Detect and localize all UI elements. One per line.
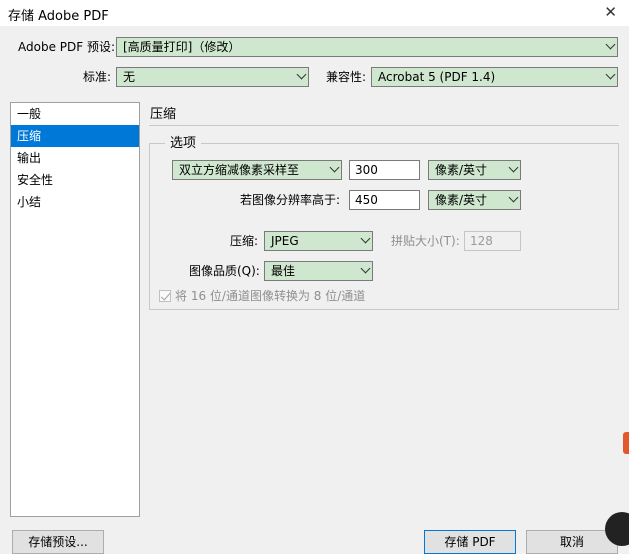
nav-item-summary[interactable]: 小结	[11, 191, 139, 213]
quality-select[interactable]: 最佳	[264, 261, 373, 281]
convert-16bit-checkbox	[159, 290, 171, 302]
chevron-down-icon	[329, 162, 340, 173]
compression-label: 压缩:	[230, 234, 259, 248]
standard-value: 无	[123, 70, 136, 84]
chevron-down-icon	[360, 263, 371, 274]
save-preset-button[interactable]: 存储预设...	[12, 530, 104, 554]
preset-select[interactable]: [高质量打印]（修改）	[116, 37, 618, 57]
chevron-down-icon	[508, 162, 519, 173]
resample-ppi-value: 300	[355, 163, 378, 177]
quality-value: 最佳	[271, 264, 296, 278]
threshold-label: 若图像分辨率高于:	[240, 193, 341, 207]
quality-label: 图像品质(Q):	[189, 264, 260, 278]
resample-method-value: 双立方缩减像素采样至	[179, 163, 300, 177]
tile-size-label: 拼贴大小(T):	[391, 234, 460, 248]
compat-value: Acrobat 5 (PDF 1.4)	[378, 70, 496, 84]
chevron-down-icon	[360, 233, 371, 244]
compression-value: JPEG	[271, 234, 299, 248]
tile-size-input: 128	[464, 231, 521, 251]
threshold-unit-select[interactable]: 像素/英寸	[428, 190, 521, 210]
category-list: 一般 压缩 输出 安全性 小结	[10, 102, 140, 517]
compression-select[interactable]: JPEG	[264, 231, 373, 251]
close-icon[interactable]: ✕	[604, 3, 617, 21]
section-title: 压缩	[150, 107, 177, 122]
chevron-down-icon	[296, 69, 307, 80]
cancel-button[interactable]: 取消	[526, 530, 618, 554]
resample-unit-select[interactable]: 像素/英寸	[428, 160, 521, 180]
standard-label: 标准:	[83, 70, 112, 84]
tile-size-value: 128	[470, 234, 493, 248]
edge-widget	[623, 432, 629, 454]
section-divider	[149, 125, 619, 126]
compat-select[interactable]: Acrobat 5 (PDF 1.4)	[371, 67, 618, 87]
compat-label: 兼容性:	[326, 70, 367, 84]
convert-16bit-label: 将 16 位/通道图像转换为 8 位/通道	[175, 289, 366, 303]
title-bar: 存储 Adobe PDF ✕	[0, 0, 629, 26]
standard-select[interactable]: 无	[116, 67, 309, 87]
nav-item-output[interactable]: 输出	[11, 147, 139, 169]
resample-unit-value: 像素/英寸	[435, 163, 488, 177]
resample-ppi-input[interactable]: 300	[349, 160, 420, 180]
chevron-down-icon	[605, 69, 616, 80]
chevron-down-icon	[508, 192, 519, 203]
chevron-down-icon	[605, 39, 616, 50]
nav-item-security[interactable]: 安全性	[11, 169, 139, 191]
nav-item-general[interactable]: 一般	[11, 103, 139, 125]
window-title: 存储 Adobe PDF	[8, 9, 109, 24]
save-pdf-button[interactable]: 存储 PDF	[424, 530, 516, 554]
preset-label: Adobe PDF 预设:	[18, 40, 116, 54]
threshold-ppi-value: 450	[355, 193, 378, 207]
threshold-unit-value: 像素/英寸	[435, 193, 488, 207]
nav-item-compression[interactable]: 压缩	[11, 125, 139, 147]
threshold-ppi-input[interactable]: 450	[349, 190, 420, 210]
resample-method-select[interactable]: 双立方缩减像素采样至	[172, 160, 342, 180]
options-legend: 选项	[165, 134, 202, 154]
preset-value: [高质量打印]（修改）	[123, 40, 241, 54]
